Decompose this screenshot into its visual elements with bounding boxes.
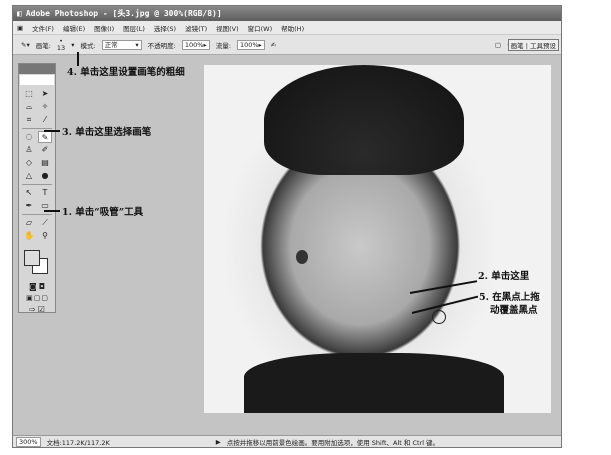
toolbox-header[interactable] <box>19 64 55 74</box>
palette-tabs: 画笔 | 工具预设 <box>507 38 559 51</box>
checkbox-icon[interactable]: ☑ <box>38 305 45 314</box>
brush-picker-arrow-icon[interactable]: ▾ <box>71 41 74 49</box>
eyedropper-tool-icon[interactable]: ⟋ <box>38 217 52 229</box>
brush-label: 画笔: <box>35 41 51 50</box>
status-bar: 300% 文档:117.2K/117.2K ▶ 点按并拖移以用前景色绘画。要用附… <box>13 435 561 447</box>
flow-label: 流量: <box>215 41 231 50</box>
opacity-value: 100% <box>184 40 204 49</box>
menu-file[interactable]: 文件(F) <box>32 23 54 33</box>
flow-input[interactable]: 100%▸ <box>236 39 265 50</box>
app-menu-icon[interactable]: ▣ <box>17 24 23 32</box>
color-swatches <box>22 248 52 278</box>
lasso-tool-icon[interactable]: ⌓ <box>22 101 36 113</box>
toolbox: ⬚ ➤ ⌓ ✧ ⌗ ⁄ ◌ ✎ ♙ ✐ ◇ ▤ △ ● ↖ T ✒ ▭ ▱ ⟋ ✋ ⚲ ◙ ◘ ▣ ▢ ▢ … <box>18 63 56 314</box>
opacity-label: 不透明度: <box>147 41 176 50</box>
eraser-tool-icon[interactable]: ◇ <box>22 157 36 169</box>
annotation-4: 4. 单击这里设置画笔的粗细 <box>67 67 185 78</box>
menu-help[interactable]: 帮助(H) <box>281 23 304 33</box>
airbrush-icon[interactable]: ✍ <box>271 41 276 49</box>
type-tool-icon[interactable]: T <box>38 187 52 199</box>
brush-size-picker[interactable]: • 13 <box>56 37 66 52</box>
brush-size: 13 <box>56 43 66 52</box>
menu-layer[interactable]: 图层(L) <box>123 23 145 33</box>
annotation-3: 3. 单击这里选择画笔 <box>62 127 152 138</box>
screen-mode-full-menu-icon[interactable]: ▢ <box>34 294 41 302</box>
annotation-line-3 <box>44 130 60 132</box>
feather-logo-icon[interactable] <box>20 75 54 85</box>
hand-tool-icon[interactable]: ✋ <box>22 230 36 242</box>
brush-tool-icon[interactable]: ✎ <box>38 131 52 143</box>
menu-bar: ▣ 文件(F) 编辑(E) 图像(I) 图层(L) 选择(S) 滤镜(T) 视图… <box>13 21 561 34</box>
pen-tool-icon[interactable]: ✒ <box>22 200 36 212</box>
screen-mode-standard-icon[interactable]: ▣ <box>26 294 33 302</box>
crop-tool-icon[interactable]: ⌗ <box>22 114 36 126</box>
tab-tool-presets[interactable]: 工具预设 <box>530 42 556 50</box>
window-title: Adobe Photoshop - [头3.jpg @ 300%(RGB/8)] <box>25 9 222 18</box>
history-brush-tool-icon[interactable]: ✐ <box>38 144 52 156</box>
healing-tool-icon[interactable]: ◌ <box>22 131 36 143</box>
brush-tool-preset-icon[interactable]: ✎▾ <box>21 41 30 49</box>
mode-value: 正常 <box>104 40 118 49</box>
zoom-field[interactable]: 300% <box>16 436 41 447</box>
marquee-tool-icon[interactable]: ⬚ <box>22 88 36 100</box>
app-icon: ◧ <box>17 9 22 18</box>
shirt <box>244 353 504 413</box>
menu-filter[interactable]: 滤镜(T) <box>185 23 207 33</box>
slice-tool-icon[interactable]: ⁄ <box>38 114 52 126</box>
menu-select[interactable]: 选择(S) <box>154 23 176 33</box>
menu-view[interactable]: 视图(V) <box>216 23 239 33</box>
menu-window[interactable]: 窗口(W) <box>248 23 273 33</box>
annotation-1: 1. 单击“吸管”工具 <box>62 207 144 218</box>
screen-mode-full-icon[interactable]: ▢ <box>41 294 48 302</box>
annotation-5-line1: 5. 在黑点上拖 <box>479 292 540 303</box>
standard-mode-icon[interactable]: ◙ <box>29 282 37 291</box>
quick-mask-icon[interactable]: ◘ <box>39 282 45 291</box>
status-hint: 点按并拖移以用前景色绘画。要用附加选项，使用 Shift、Alt 和 Ctrl … <box>226 438 440 447</box>
stamp-tool-icon[interactable]: ♙ <box>22 144 36 156</box>
palette-well-icon[interactable]: ▢ <box>495 41 501 49</box>
flow-value: 100% <box>239 40 259 49</box>
tab-brushes[interactable]: 画笔 <box>511 42 524 50</box>
mode-label: 模式: <box>80 41 96 50</box>
annotation-line-1 <box>44 210 60 212</box>
magic-wand-tool-icon[interactable]: ✧ <box>38 101 52 113</box>
menu-image[interactable]: 图像(I) <box>94 23 114 33</box>
zoom-tool-icon[interactable]: ⚲ <box>38 230 52 242</box>
move-tool-icon[interactable]: ➤ <box>38 88 52 100</box>
chevron-down-icon: ▾ <box>135 40 139 49</box>
menu-edit[interactable]: 编辑(E) <box>63 23 85 33</box>
imageready-icon[interactable]: ⇨ <box>29 305 36 314</box>
foreground-color[interactable] <box>24 250 40 266</box>
blur-tool-icon[interactable]: △ <box>22 170 36 182</box>
mode-select[interactable]: 正常 ▾ <box>101 39 142 50</box>
dark-spot <box>296 250 308 264</box>
gradient-tool-icon[interactable]: ▤ <box>38 157 52 169</box>
annotation-5-line2: 动覆盖黑点 <box>490 305 538 316</box>
notes-tool-icon[interactable]: ▱ <box>22 217 36 229</box>
doc-size: 文档:117.2K/117.2K <box>46 438 110 447</box>
brush-cursor-icon <box>432 310 446 324</box>
status-arrow-icon[interactable]: ▶ <box>216 438 221 446</box>
options-bar: ✎▾ 画笔: • 13 ▾ 模式: 正常 ▾ 不透明度: 100%▸ 流量: 100… <box>13 34 561 55</box>
hair <box>264 65 464 175</box>
opacity-input[interactable]: 100%▸ <box>181 39 210 50</box>
path-select-tool-icon[interactable]: ↖ <box>22 187 36 199</box>
annotation-2: 2. 单击这里 <box>478 271 530 282</box>
dodge-tool-icon[interactable]: ● <box>38 170 52 182</box>
photo-canvas[interactable] <box>204 65 551 413</box>
title-bar: ◧ Adobe Photoshop - [头3.jpg @ 300%(RGB/8)… <box>13 6 561 21</box>
